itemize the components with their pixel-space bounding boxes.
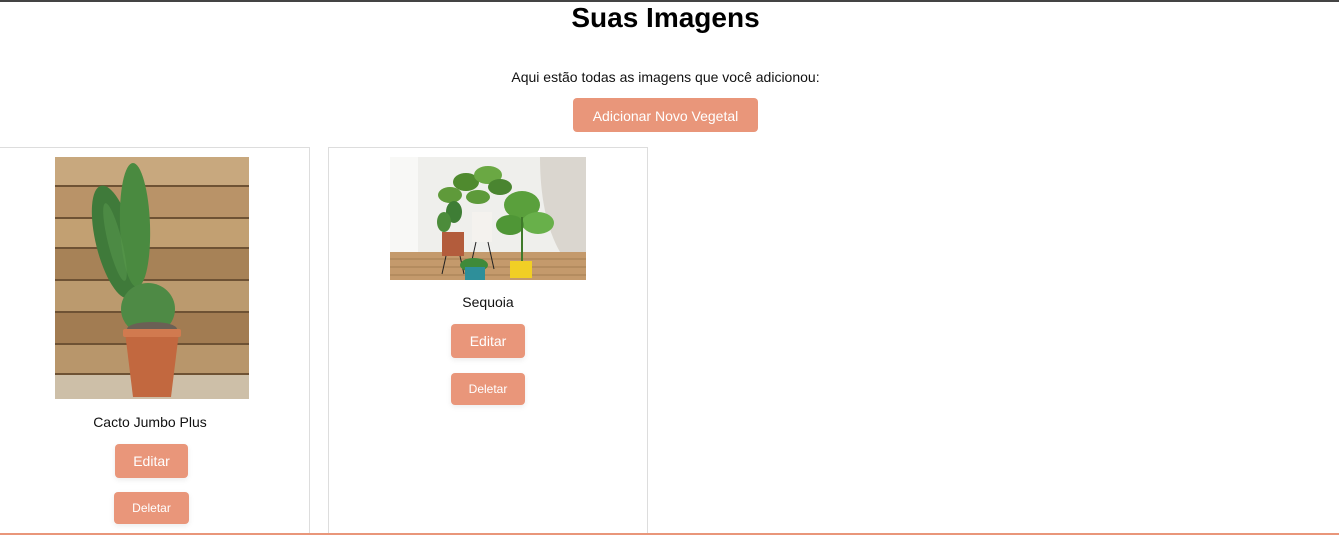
delete-button[interactable]: Deletar (451, 373, 525, 405)
edit-button[interactable]: Editar (451, 324, 525, 358)
potted-plants-image (390, 157, 586, 280)
plant-name: Sequoia (462, 294, 514, 310)
edit-button[interactable]: Editar (115, 444, 188, 478)
plant-name: Cacto Jumbo Plus (93, 414, 207, 430)
add-plant-button[interactable]: Adicionar Novo Vegetal (573, 98, 758, 132)
plant-card: Cacto Jumbo Plus Editar Deletar (0, 147, 310, 535)
cactus-image (55, 157, 249, 399)
delete-button[interactable]: Deletar (114, 492, 189, 524)
intro-text: Aqui estão todas as imagens que você adi… (511, 69, 820, 85)
plant-card: Sequoia Editar Deletar (328, 147, 648, 535)
page-title: Suas Imagens (571, 2, 760, 33)
